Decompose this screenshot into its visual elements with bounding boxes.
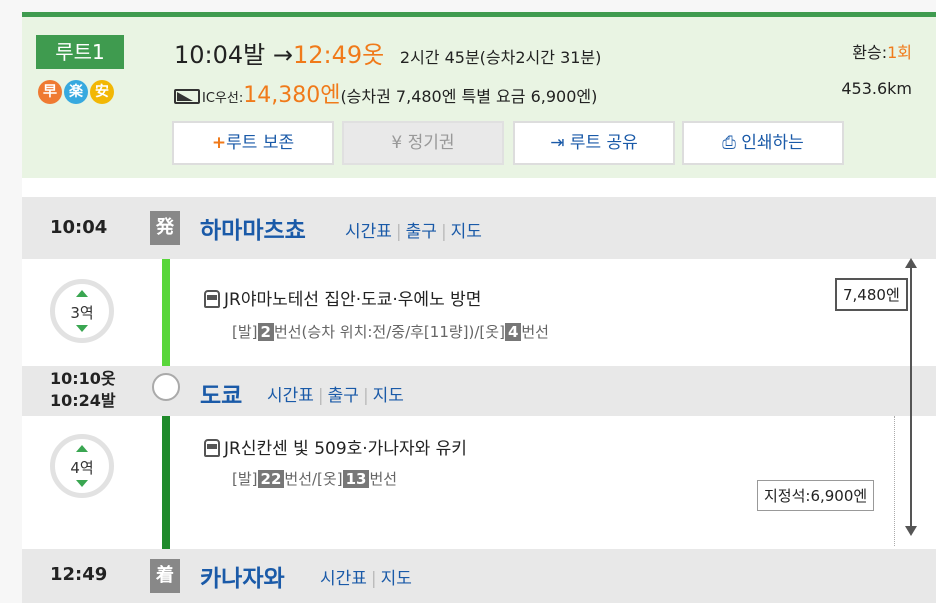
platform-prefix: [발] <box>232 323 258 341</box>
station-name[interactable]: 도쿄 <box>200 376 242 410</box>
platform-info: [발] 2 번선(승차 위치:전/중/후[11량])/[옷] 4 번선 <box>232 321 549 342</box>
total-fare: 14,380엔 <box>243 83 341 108</box>
reserved-fare-box: 지정석:6,900엔 <box>757 480 875 511</box>
stop-count-badge[interactable]: 3역 <box>50 279 114 343</box>
platform-suffix: 번선 <box>369 470 398 488</box>
train-icon <box>204 439 220 457</box>
ic-label: IC우선: <box>202 91 244 106</box>
route-summary: 루트1 早 楽 安 10:04발 →12:49옷 2시간 45분(승차2시간 3… <box>22 17 936 178</box>
depart-platform: 22 <box>257 470 285 488</box>
share-icon: ⇥ <box>550 133 565 153</box>
train-name[interactable]: JR야마노테선 집안·도쿄·우에노 방면 <box>224 290 481 310</box>
depart-time: 10:04발 <box>174 41 266 69</box>
transfer-label: 환승: <box>852 43 888 62</box>
station-links: 시간표 | 출구 | 지도 <box>267 386 404 406</box>
commuter-pass-button[interactable]: ¥ 정기권 <box>342 121 504 165</box>
platform-mid: 번선(승차 위치:전/중/후[11량])/[옷] <box>273 323 505 341</box>
stop-count: 4역 <box>70 459 94 477</box>
station-times: 10:10옷 10:24발 <box>50 368 116 412</box>
station-row-arrival: 12:49 着 카나자와 시간표 | 지도 <box>22 549 936 603</box>
share-route-button[interactable]: ⇥ 루트 공유 <box>513 121 675 165</box>
exit-link[interactable]: 출구 <box>328 386 359 406</box>
stop-count-badge[interactable]: 4역 <box>50 434 114 498</box>
printer-icon: ⎙ <box>722 133 736 153</box>
map-link[interactable]: 지도 <box>373 386 404 406</box>
station-links: 시간표 | 출구 | 지도 <box>345 222 482 242</box>
share-route-label: 루트 공유 <box>569 133 638 153</box>
arrive-icon: 着 <box>150 559 180 593</box>
expand-down-icon <box>76 480 88 487</box>
fare-summary: IC우선:14,380엔(승차권 7,480엔 특별 요금 6,900엔) <box>174 77 597 109</box>
train-icon <box>204 290 220 308</box>
arrow-icon: → <box>272 41 293 69</box>
fast-icon: 早 <box>38 80 62 104</box>
plus-icon: + <box>211 133 227 153</box>
save-route-label: 루트 보존 <box>226 133 295 153</box>
stop-count: 3역 <box>70 304 94 322</box>
station-time: 10:04 <box>50 217 108 238</box>
platform-suffix: 번선 <box>521 323 549 341</box>
distance: 453.6km <box>841 79 912 98</box>
arrive-platform: 4 <box>504 323 522 341</box>
station-row-departure: 10:04 発 하마마츠쵸 시간표 | 출구 | 지도 <box>22 197 936 259</box>
transfer-count: 환승:1회 <box>852 39 912 63</box>
easy-icon: 楽 <box>64 80 88 104</box>
fare-detail: (승차권 7,480엔 특별 요금 6,900엔) <box>340 87 598 106</box>
transfer-number: 1회 <box>887 43 912 62</box>
timetable-link[interactable]: 시간표 <box>320 569 367 589</box>
cheap-icon: 安 <box>90 80 114 104</box>
arrive-time: 12:49옷 <box>293 41 385 69</box>
arrive-platform: 13 <box>342 470 370 488</box>
station-name[interactable]: 하마마츠쵸 <box>200 211 306 245</box>
save-route-button[interactable]: +루트 보존 <box>172 121 334 165</box>
route-badge: 루트1 <box>36 35 124 69</box>
route-result-panel: 루트1 早 楽 安 10:04발 →12:49옷 2시간 45분(승차2시간 3… <box>22 12 936 603</box>
exit-link[interactable]: 출구 <box>406 222 437 242</box>
fare-range-line <box>910 264 912 534</box>
transfer-station-marker <box>152 373 180 401</box>
fare-range-bottom-arrow <box>905 526 917 536</box>
station-time: 12:49 <box>50 564 108 585</box>
ic-card-icon <box>174 89 200 104</box>
depart-time: 10:24발 <box>50 391 116 410</box>
timetable-link[interactable]: 시간표 <box>267 386 314 406</box>
segment-1: 3역 JR야마노테선 집안·도쿄·우에노 방면 [발] 2 번선(승차 위치:전/중… <box>22 259 936 366</box>
station-name[interactable]: 카나자와 <box>200 559 285 593</box>
duration: 2시간 45분(승차2시간 31분) <box>399 48 602 67</box>
time-summary: 10:04발 →12:49옷 2시간 45분(승차2시간 31분) <box>174 35 601 70</box>
expand-down-icon <box>76 325 88 332</box>
yen-card-icon: ¥ <box>391 133 403 153</box>
depart-platform: 2 <box>257 323 274 341</box>
arrive-time: 10:10옷 <box>50 369 116 388</box>
map-link[interactable]: 지도 <box>451 222 482 242</box>
expand-up-icon <box>76 445 88 452</box>
platform-prefix: [발] <box>232 470 258 488</box>
print-button[interactable]: ⎙ 인쇄하는 <box>682 121 844 165</box>
expand-up-icon <box>76 290 88 297</box>
train-name[interactable]: JR신칸센 빛 509호·가나자와 유키 <box>224 439 467 459</box>
depart-icon: 発 <box>150 211 180 245</box>
station-links: 시간표 | 지도 <box>320 569 412 589</box>
ticket-fare-box: 7,480엔 <box>835 278 908 311</box>
platform-mid: 번선/[옷] <box>284 470 343 488</box>
route-feature-icons: 早 楽 安 <box>38 80 114 104</box>
map-link[interactable]: 지도 <box>381 569 412 589</box>
timetable-link[interactable]: 시간표 <box>345 222 392 242</box>
print-label: 인쇄하는 <box>741 133 804 153</box>
train-info: JR야마노테선 집안·도쿄·우에노 방면 <box>204 285 481 310</box>
commuter-pass-label: 정기권 <box>407 133 455 153</box>
reserved-range-line <box>894 416 895 546</box>
train-info: JR신칸센 빛 509호·가나자와 유키 <box>204 434 467 459</box>
platform-info: [발] 22 번선/[옷] 13 번선 <box>232 468 397 489</box>
